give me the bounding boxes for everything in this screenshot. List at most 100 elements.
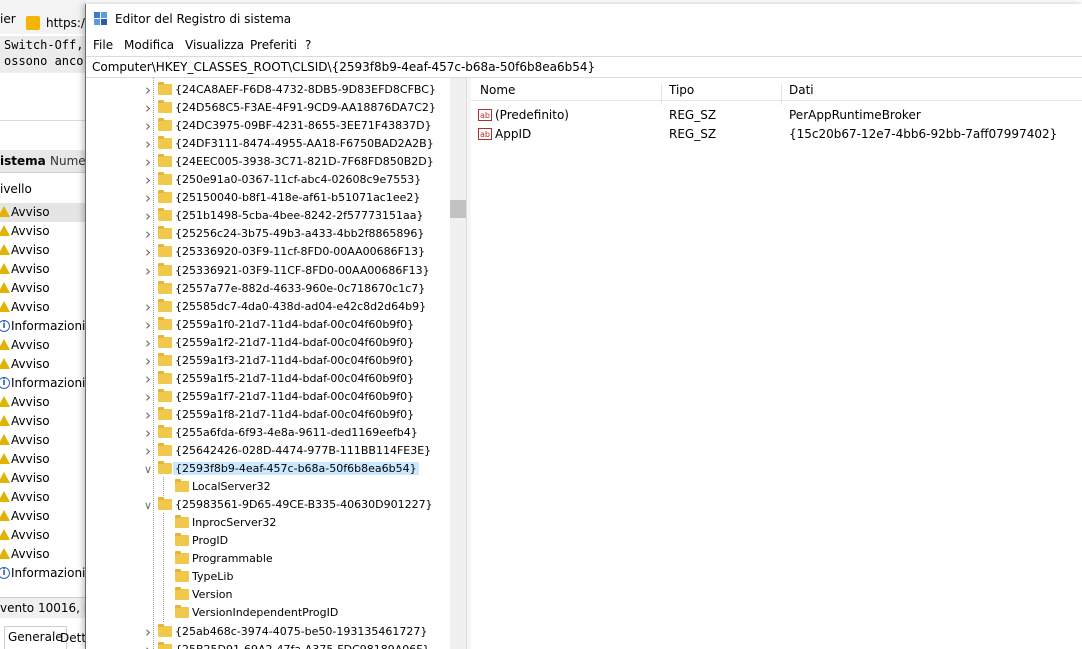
tree-key-label[interactable]: {25B25D91-69A2-47fa-A375-FDC98189A06F} [175,643,430,649]
event-row[interactable]: Avviso [0,279,86,298]
tree-key[interactable]: › {24D568C5-F3AE-4F91-9CD9-AA18876DA7C2} [86,99,450,117]
menu-item[interactable]: Visualizza [185,38,244,52]
tree-key-label[interactable]: {2559a1f7-21d7-11d4-bdaf-00c04f60b9f0} [175,390,414,403]
chevron-right-icon[interactable]: › [143,99,153,117]
column-header-name[interactable]: Nome [480,83,515,97]
tree-key[interactable]: › {2559a1f7-21d7-11d4-bdaf-00c04f60b9f0} [86,388,450,406]
tree-key[interactable]: › {25336920-03F9-11cf-8FD0-00AA00686F13} [86,243,450,261]
tree-key-label[interactable]: TypeLib [192,570,233,583]
event-row[interactable]: i Informazioni [0,317,86,336]
event-row[interactable]: Avviso [0,488,86,507]
tree-key-label[interactable]: {2559a1f5-21d7-11d4-bdaf-00c04f60b9f0} [175,372,414,385]
tree-subkey[interactable]: ProgID [86,531,450,551]
tree-key[interactable]: › {24DF3111-8474-4955-AA18-F6750BAD2A2B} [86,135,450,153]
column-header-level[interactable]: ivello [0,182,32,196]
event-row[interactable]: Avviso [0,260,86,279]
column-header-name[interactable]: Nume [50,154,86,168]
tree-key[interactable]: › {2559a1f2-21d7-11d4-bdaf-00c04f60b9f0} [86,334,450,352]
chevron-right-icon[interactable]: › [143,316,153,334]
address-bar[interactable]: Computer\HKEY_CLASSES_ROOT\CLSID\{2593f8… [86,56,1082,78]
tree-key-label[interactable]: {25336920-03F9-11cf-8FD0-00AA00686F13} [175,245,425,258]
tree-key-label[interactable]: {255a6fda-6f93-4e8a-9611-ded1169eefb4} [175,426,418,439]
tree-key[interactable]: › {25ab468c-3974-4075-be50-193135461727} [86,623,450,641]
browser-tab-title[interactable]: ier [0,12,16,26]
tree-key-label[interactable]: {2557a77e-882d-4633-960e-0c718670c1c7} [175,282,425,295]
chevron-right-icon[interactable]: › [143,352,153,370]
menu-item[interactable]: Preferiti [250,38,297,52]
tree-subkey[interactable]: LocalServer32 [86,477,450,497]
event-row[interactable]: Avviso [0,241,86,260]
value-row[interactable]: ab AppID REG_SZ {15c20b67-12e7-4bb6-92bb-7a… [471,124,1082,143]
value-row[interactable]: ab (Predefinito) REG_SZ PerAppRuntimeBroker [471,105,1082,124]
menu-item[interactable]: Modifica [124,38,174,52]
chevron-right-icon[interactable]: › [143,623,153,641]
tree-key-label[interactable]: {24EEC005-3938-3C71-821D-7F68FD850B2D} [175,155,434,168]
tree-key[interactable]: › {24EEC005-3938-3C71-821D-7F68FD850B2D} [86,153,450,171]
event-row[interactable]: Avviso [0,545,86,564]
tree-key[interactable]: › {2559a1f3-21d7-11d4-bdaf-00c04f60b9f0} [86,352,450,370]
column-header-type[interactable]: Tipo [669,83,694,97]
chevron-right-icon[interactable]: › [143,207,153,225]
event-row[interactable]: Avviso [0,431,86,450]
chevron-right-icon[interactable]: › [143,388,153,406]
chevron-right-icon[interactable]: › [143,424,153,442]
tree-key[interactable]: › {255a6fda-6f93-4e8a-9611-ded1169eefb4} [86,424,450,442]
tree-subkey[interactable]: Programmable [86,549,450,569]
chevron-right-icon[interactable]: › [143,641,153,649]
tree-key-label[interactable]: {24D568C5-F3AE-4F91-9CD9-AA18876DA7C2} [175,101,436,114]
tree-key-label[interactable]: {25642426-028D-4474-977B-111BB114FE3E} [175,444,431,457]
tree-key[interactable]: › {2559a1f0-21d7-11d4-bdaf-00c04f60b9f0} [86,316,450,334]
tree-key[interactable]: › {25642426-028D-4474-977B-111BB114FE3E} [86,442,450,460]
tree-key-label[interactable]: InprocServer32 [192,516,276,529]
event-row[interactable]: Avviso [0,298,86,317]
tree-key-label[interactable]: VersionIndependentProgID [192,606,338,619]
tree-key[interactable]: › {25256c24-3b75-49b3-a433-4bb2f8865896} [86,225,450,243]
tree-key-label[interactable]: {25336921-03F9-11CF-8FD0-00AA00686F13} [175,264,430,277]
tab-details[interactable]: Dett [60,631,86,645]
menu-item[interactable]: File [93,38,113,52]
tree-subkey[interactable]: Version [86,585,450,605]
column-header-data[interactable]: Dati [789,83,814,97]
title-bar[interactable]: Editor del Registro di sistema [86,4,1082,34]
tree-key-label[interactable]: {24DF3111-8474-4955-AA18-F6750BAD2A2B} [175,137,434,150]
tree-key[interactable]: › {25585dc7-4da0-438d-ad04-e42c8d2d64b9} [86,298,450,316]
chevron-right-icon[interactable]: › [143,370,153,388]
tree-key-label[interactable]: LocalServer32 [192,480,271,493]
tree-key-label[interactable]: {25983561-9D65-49CE-B335-40630D901227} [175,498,433,511]
tree-key[interactable]: › {25336921-03F9-11CF-8FD0-00AA00686F13} [86,262,450,280]
chevron-right-icon[interactable]: › [143,262,153,280]
tree-key-label[interactable]: {2559a1f0-21d7-11d4-bdaf-00c04f60b9f0} [175,318,414,331]
browser-url[interactable]: https:// [46,16,86,30]
tree-key[interactable]: ∨ {2593f8b9-4eaf-457c-b68a-50f6b8ea6b54} [86,460,450,478]
chevron-right-icon[interactable]: › [143,189,153,207]
event-row[interactable]: Avviso [0,507,86,526]
event-row[interactable]: Avviso [0,203,86,222]
chevron-down-icon[interactable]: ∨ [143,499,153,512]
column-divider[interactable] [661,83,662,105]
tree-key-label[interactable]: {25585dc7-4da0-438d-ad04-e42c8d2d64b9} [175,300,426,313]
tree-key-label[interactable]: {2593f8b9-4eaf-457c-b68a-50f6b8ea6b54} [173,462,419,476]
event-row[interactable]: Avviso [0,469,86,488]
tree-key[interactable]: ∨ {25983561-9D65-49CE-B335-40630D901227} [86,496,450,514]
tree-key[interactable]: › {24DC3975-09BF-4231-8655-3EE71F43837D} [86,117,450,135]
tree-key[interactable]: › {2559a1f8-21d7-11d4-bdaf-00c04f60b9f0} [86,406,450,424]
tree-subkey[interactable]: InprocServer32 [86,513,450,533]
chevron-right-icon[interactable]: › [143,243,153,261]
tree-key[interactable]: › {25150040-b8f1-418e-af61-b51071ac1ee2} [86,189,450,207]
chevron-right-icon[interactable]: › [143,334,153,352]
tree-key-label[interactable]: {25256c24-3b75-49b3-a433-4bb2f8865896} [175,227,424,240]
event-row[interactable]: Avviso [0,222,86,241]
scrollbar-thumb[interactable] [450,200,466,218]
event-row[interactable]: i Informazioni [0,564,86,583]
event-row[interactable]: Avviso [0,393,86,412]
tree-subkey[interactable]: VersionIndependentProgID [86,603,450,623]
tree-key-label[interactable]: {2559a1f3-21d7-11d4-bdaf-00c04f60b9f0} [175,354,414,367]
tree-subkey[interactable]: TypeLib [86,567,450,587]
chevron-right-icon[interactable]: › [143,153,153,171]
chevron-right-icon[interactable]: › [143,117,153,135]
column-header-system[interactable]: istema [0,154,46,168]
chevron-right-icon[interactable]: › [143,442,153,460]
event-row[interactable]: Avviso [0,526,86,545]
column-divider[interactable] [781,83,782,105]
tree-key[interactable]: › {25B25D91-69A2-47fa-A375-FDC98189A06F} [86,641,450,649]
